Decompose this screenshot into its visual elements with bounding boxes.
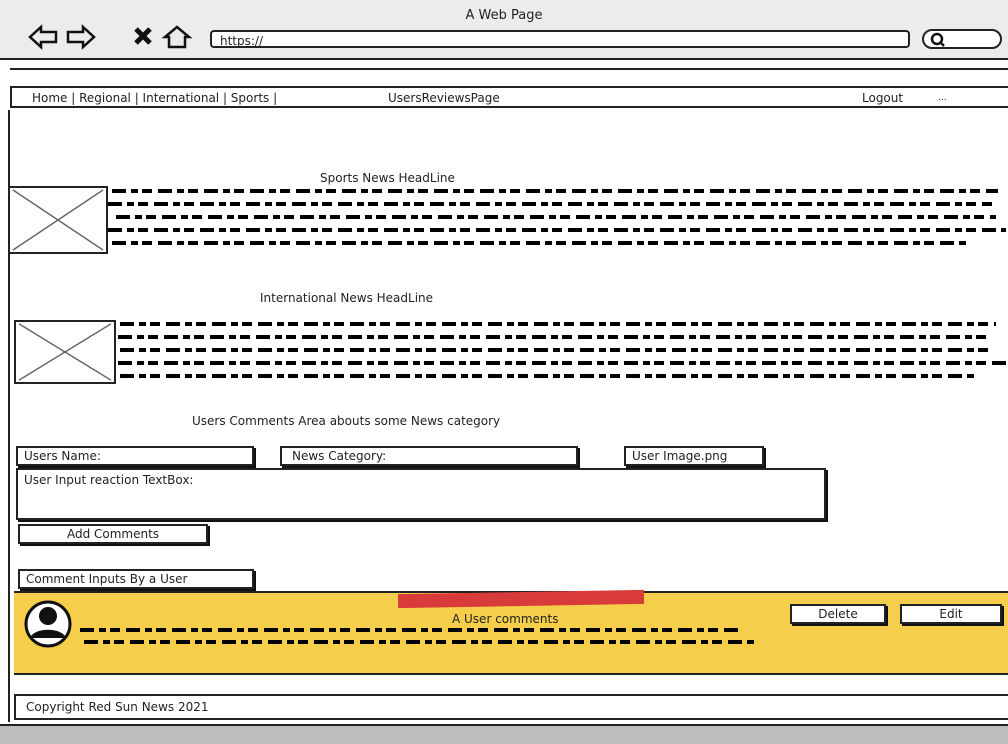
search-icon <box>930 32 945 47</box>
international-image-placeholder <box>14 320 116 384</box>
forward-arrow-icon[interactable] <box>66 24 96 50</box>
news-category-field[interactable]: News Category: <box>280 446 578 466</box>
reaction-textbox[interactable]: User Input reaction TextBox: <box>16 468 826 520</box>
add-comments-button[interactable]: Add Comments <box>18 524 208 544</box>
international-headline: International News HeadLine <box>260 291 434 305</box>
browser-search-field[interactable] <box>922 29 1002 49</box>
delete-button[interactable]: Delete <box>790 604 886 624</box>
home-icon[interactable] <box>162 24 192 50</box>
comments-area-title: Users Comments Area abouts some News cat… <box>192 414 501 428</box>
nav-more[interactable]: ... <box>938 88 947 108</box>
nav-users-reviews[interactable]: UsersReviewsPage <box>388 88 500 108</box>
users-name-field[interactable]: Users Name: <box>16 446 254 466</box>
toolbar-strip <box>10 68 1008 88</box>
user-image-field[interactable]: User Image.png <box>624 446 764 466</box>
address-bar[interactable]: https:// <box>210 30 910 48</box>
edit-button[interactable]: Edit <box>900 604 1002 624</box>
nav-menu: Home | Regional | International | Sports… <box>10 86 1008 108</box>
international-article-text <box>118 322 1006 378</box>
sports-article-text <box>108 189 1006 245</box>
footer-copyright: Copyright Red Sun News 2021 <box>14 694 1008 720</box>
browser-statusbar <box>0 724 1008 744</box>
comment-inputs-tab[interactable]: Comment Inputs By a User <box>18 569 254 589</box>
back-arrow-icon[interactable] <box>28 24 58 50</box>
sports-headline: Sports News HeadLine <box>320 171 455 185</box>
sports-image-placeholder <box>8 186 108 254</box>
close-icon[interactable] <box>130 24 160 50</box>
user-avatar-icon <box>24 600 72 648</box>
logout-link[interactable]: Logout <box>862 88 903 108</box>
window-title: A Web Page <box>465 8 543 23</box>
nav-links[interactable]: Home | Regional | International | Sports… <box>32 88 277 108</box>
comment-text <box>80 628 754 644</box>
